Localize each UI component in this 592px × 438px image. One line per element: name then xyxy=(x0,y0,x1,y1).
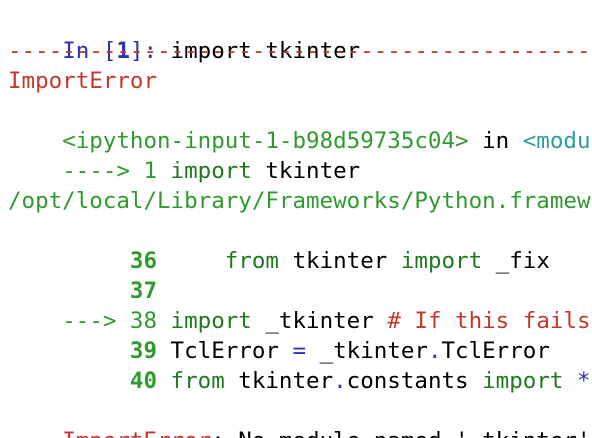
frame-1-in: in xyxy=(468,128,523,154)
notebook-output: In [1]: import tkinter -----------------… xyxy=(0,0,592,438)
frame-1-keyword: import xyxy=(157,158,252,184)
error-name: ImportError xyxy=(8,68,158,94)
line-number-40: 40 xyxy=(129,368,158,394)
frame-2-line-36: 36 from tkinter import _fix xyxy=(129,248,550,274)
final-error-line: ImportError: No module named '_tkinter' xyxy=(8,396,590,438)
frame-2-line-38: ---> 38 import _tkinter # If this fails … xyxy=(8,276,592,334)
final-error-message: : No module named '_tkinter' xyxy=(211,428,590,438)
frame-2-line-40: 40 from tkinter.constants import * xyxy=(129,368,591,394)
final-error-name: ImportError xyxy=(62,428,211,438)
traceback-frame-2-path: /opt/local/Library/Frameworks/Python.fra… xyxy=(8,188,592,214)
keyword-from: from xyxy=(157,368,225,394)
input-cell-line[interactable]: In [1]: import tkinter xyxy=(8,6,360,64)
frame-1-arrow: ----> 1 xyxy=(62,158,158,184)
frame-1-module: <module> xyxy=(522,128,592,154)
frame-2-line-37: 37 xyxy=(8,246,157,304)
traceback-frame-1-header: <ipython-input-1-b98d59735c04> in <modul… xyxy=(8,96,592,154)
traceback-separator: ----------------------------------------… xyxy=(8,38,592,64)
keyword-import: import xyxy=(400,248,483,274)
frame-1-code-rest: tkinter xyxy=(251,158,361,184)
frame-2-line-39: 39 TclError = _tkinter.TclError xyxy=(129,338,550,364)
traceback-frame-1-code: ----> 1 import tkinter xyxy=(8,126,360,184)
keyword-from: from xyxy=(224,248,279,274)
keyword-import: import xyxy=(482,368,564,394)
operator-star: * xyxy=(563,368,591,394)
